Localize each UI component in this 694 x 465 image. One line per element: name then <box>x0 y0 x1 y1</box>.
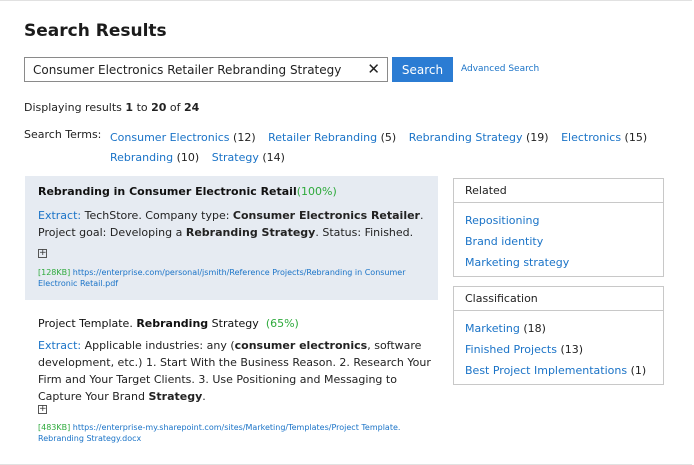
clear-icon[interactable]: ✕ <box>367 60 380 79</box>
related-item[interactable]: Marketing strategy <box>465 252 663 273</box>
results-count: Displaying results 1 to 20 of 24 <box>24 101 200 114</box>
file-size: [128KB] <box>38 268 71 277</box>
search-term-link[interactable]: Rebranding Strategy <box>409 131 523 144</box>
search-term: Electronics (15) <box>561 131 648 144</box>
search-term-link[interactable]: Rebranding <box>110 151 173 164</box>
related-item[interactable]: Repositioning <box>465 210 663 231</box>
search-terms-label: Search Terms: <box>24 128 102 141</box>
related-panel: Related Repositioning Brand identity Mar… <box>453 178 664 277</box>
classification-panel: Classification Marketing (18) Finished P… <box>453 286 664 385</box>
result-extract: Extract: Applicable industries: any (con… <box>38 339 431 403</box>
page-title: Search Results <box>24 21 167 41</box>
expand-icon[interactable]: + <box>38 405 47 414</box>
search-box[interactable]: ✕ <box>24 57 388 82</box>
result-url[interactable]: [483KB] https://enterprise-my.sharepoint… <box>38 422 433 444</box>
result-extract: Extract: TechStore. Company type: Consum… <box>38 209 424 239</box>
search-term-link[interactable]: Electronics <box>561 131 621 144</box>
match-percent: (100%) <box>296 185 337 198</box>
expand-icon[interactable]: + <box>38 249 47 258</box>
related-header: Related <box>454 179 663 203</box>
file-size: [483KB] <box>38 423 71 432</box>
search-term: Rebranding (10) <box>110 151 200 164</box>
search-term-link[interactable]: Consumer Electronics <box>110 131 230 144</box>
search-term: Consumer Electronics (12) <box>110 131 256 144</box>
result-item: Rebranding in Consumer Electronic Retail… <box>25 176 438 300</box>
search-terms-list: Consumer Electronics (12) Retailer Rebra… <box>110 128 670 168</box>
search-term-link[interactable]: Retailer Rebranding <box>268 131 377 144</box>
result-title[interactable]: Rebranding in Consumer Electronic Retail… <box>38 185 337 198</box>
related-item[interactable]: Brand identity <box>465 231 663 252</box>
search-term-link[interactable]: Strategy <box>212 151 259 164</box>
result-item: Project Template. Rebranding Strategy (6… <box>25 308 438 453</box>
search-term: Retailer Rebranding (5) <box>268 131 397 144</box>
advanced-search-link[interactable]: Advanced Search <box>461 64 539 74</box>
classification-item[interactable]: Best Project Implementations (1) <box>465 360 663 381</box>
search-button[interactable]: Search <box>392 57 453 82</box>
search-term: Rebranding Strategy (19) <box>408 131 549 144</box>
result-title[interactable]: Project Template. Rebranding Strategy (6… <box>38 317 299 330</box>
search-term: Strategy (14) <box>211 151 285 164</box>
classification-item[interactable]: Marketing (18) <box>465 318 663 339</box>
match-percent: (65%) <box>265 317 299 330</box>
search-input[interactable] <box>33 61 363 78</box>
result-url[interactable]: [128KB] https://enterprise.com/personal/… <box>38 267 433 289</box>
classification-header: Classification <box>454 287 663 311</box>
classification-item[interactable]: Finished Projects (13) <box>465 339 663 360</box>
